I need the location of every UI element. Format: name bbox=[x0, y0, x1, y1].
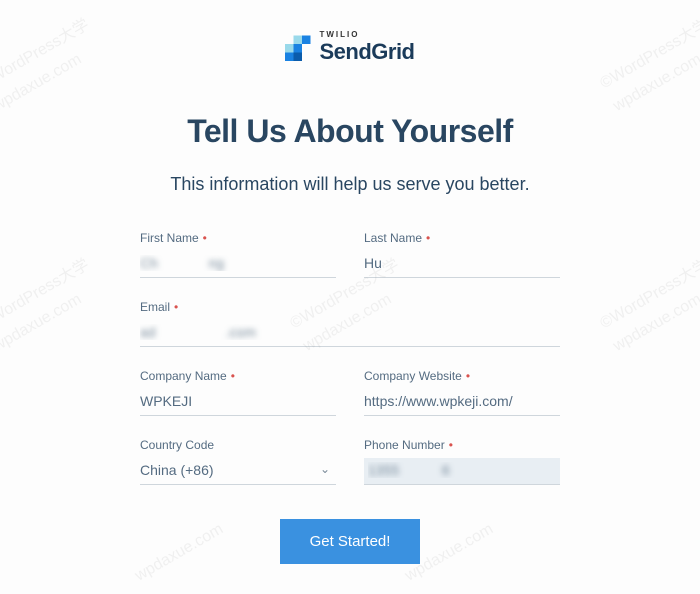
phone-number-field: Phone Number • bbox=[364, 438, 560, 485]
phone-number-input[interactable] bbox=[364, 458, 560, 485]
company-name-input[interactable] bbox=[140, 389, 336, 416]
get-started-button[interactable]: Get Started! bbox=[280, 519, 421, 564]
page-subtitle: This information will help us serve you … bbox=[170, 174, 529, 195]
last-name-input[interactable] bbox=[364, 251, 560, 278]
email-input[interactable] bbox=[140, 320, 560, 347]
required-marker: • bbox=[449, 438, 453, 452]
required-marker: • bbox=[426, 231, 430, 245]
first-name-input[interactable] bbox=[140, 251, 336, 278]
country-code-select[interactable] bbox=[140, 458, 336, 485]
email-label: Email bbox=[140, 300, 170, 314]
required-marker: • bbox=[466, 369, 470, 383]
country-code-field: Country Code ⌄ bbox=[140, 438, 336, 485]
country-code-label: Country Code bbox=[140, 438, 214, 452]
sendgrid-logo-icon bbox=[285, 35, 311, 61]
signup-form-container: TWILIO SendGrid Tell Us About Yourself T… bbox=[0, 0, 700, 594]
phone-number-label: Phone Number bbox=[364, 438, 445, 452]
company-website-field: Company Website • bbox=[364, 369, 560, 416]
logo-twilio-text: TWILIO bbox=[319, 30, 414, 39]
first-name-field: First Name • bbox=[140, 231, 336, 278]
required-marker: • bbox=[174, 300, 178, 314]
company-name-field: Company Name • bbox=[140, 369, 336, 416]
required-marker: • bbox=[231, 369, 235, 383]
page-title: Tell Us About Yourself bbox=[187, 113, 513, 150]
company-website-label: Company Website bbox=[364, 369, 462, 383]
email-field: Email • bbox=[140, 300, 560, 347]
first-name-label: First Name bbox=[140, 231, 199, 245]
last-name-field: Last Name • bbox=[364, 231, 560, 278]
logo-sendgrid-text: SendGrid bbox=[319, 39, 414, 65]
profile-form: First Name • Last Name • Email • bbox=[140, 231, 560, 564]
last-name-label: Last Name bbox=[364, 231, 422, 245]
sendgrid-logo: TWILIO SendGrid bbox=[285, 30, 414, 65]
required-marker: • bbox=[203, 231, 207, 245]
company-name-label: Company Name bbox=[140, 369, 227, 383]
company-website-input[interactable] bbox=[364, 389, 560, 416]
